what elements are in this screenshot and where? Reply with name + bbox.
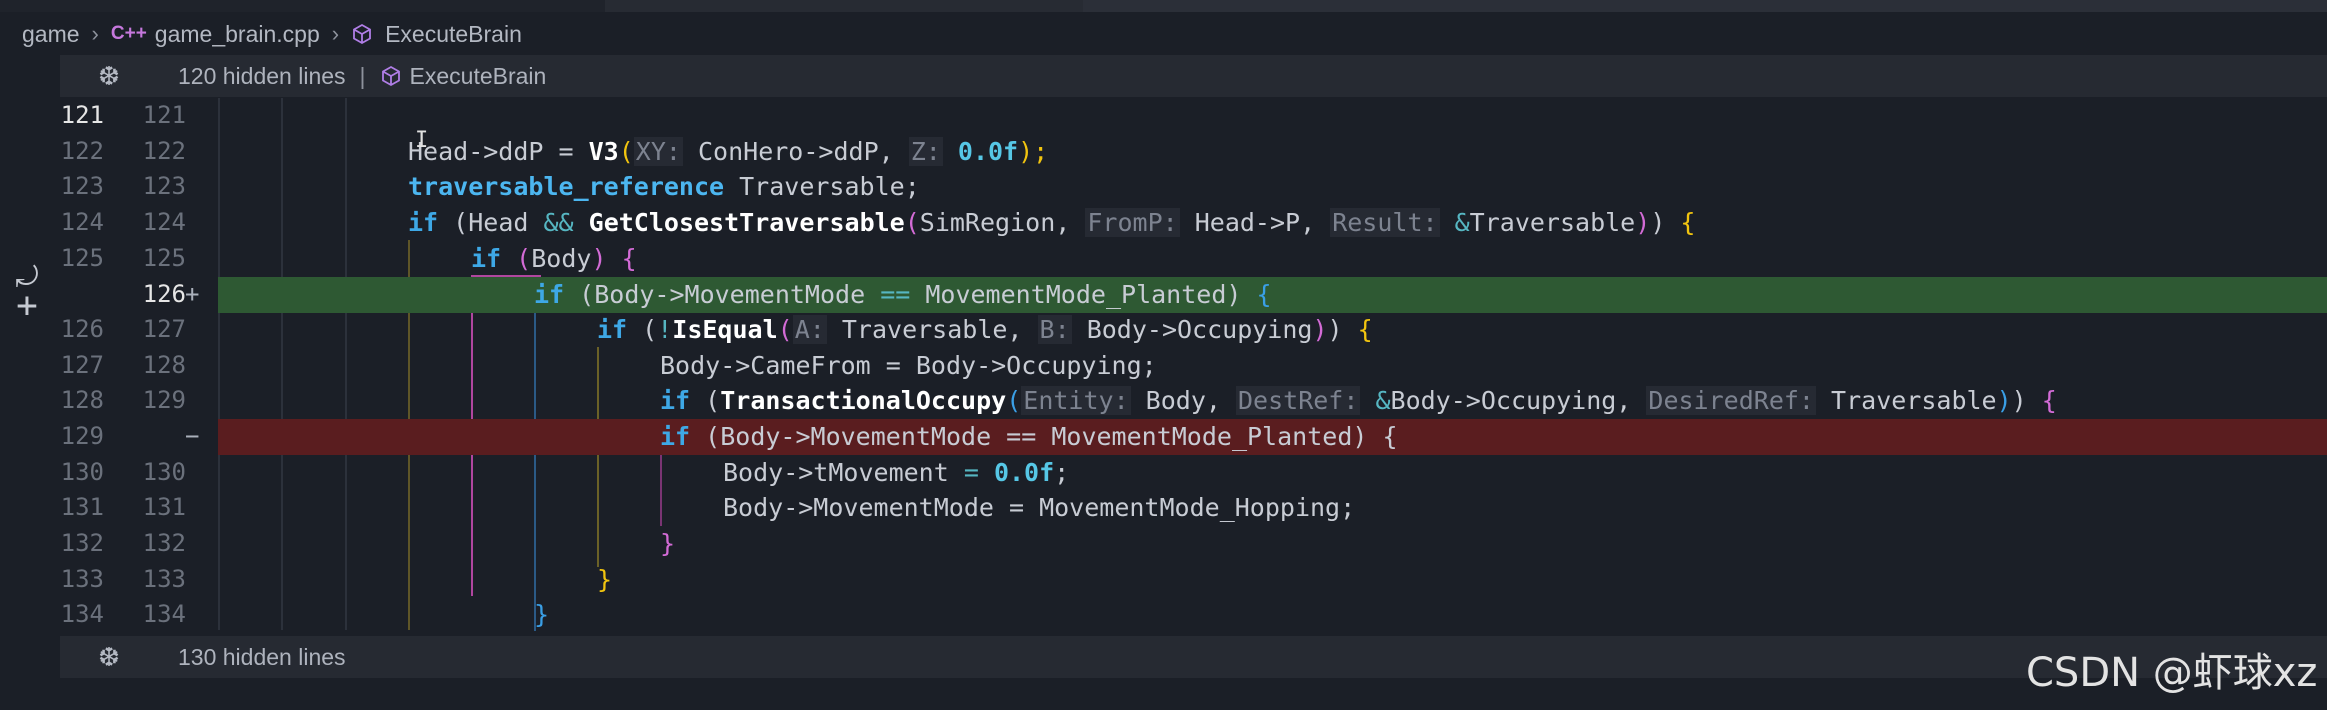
old-line-number: 134	[60, 600, 104, 628]
code-text: Body->MovementMode = MovementMode_Hoppin…	[723, 493, 1356, 522]
code-text: if (Head && GetClosestTraversable(SimReg…	[408, 208, 1696, 237]
new-line-number: 133	[142, 565, 186, 593]
code-line: 121 121	[0, 98, 2327, 134]
removed-marker: −	[185, 422, 200, 450]
new-line-number: 122	[142, 137, 186, 165]
removed-line: 129 − if (Body->MovementMode == Movement…	[0, 419, 2327, 455]
code-line: 134 134 }	[0, 597, 2327, 633]
code-line: 130 130 Body->tMovement = 0.0f;	[0, 455, 2327, 491]
diff-editor[interactable]: 121 121 122 122 Head->ddP = V3(XY: ConHe…	[0, 0, 2327, 710]
old-line-number: 121	[60, 101, 104, 129]
code-line: 122 122 Head->ddP = V3(XY: ConHero->ddP,…	[0, 134, 2327, 170]
code-line: 131 131 Body->MovementMode = MovementMod…	[0, 490, 2327, 526]
inlay-hint: A:	[792, 315, 827, 344]
new-line-number: 131	[142, 493, 186, 521]
code-text: }	[534, 600, 550, 629]
code-text: }	[597, 565, 613, 594]
text-cursor-icon: I	[415, 128, 429, 153]
old-line-number: 126	[60, 315, 104, 343]
new-line-number: 124	[142, 208, 186, 236]
new-line-number: 127	[142, 315, 186, 343]
code-text: Body->CameFrom = Body->Occupying;	[660, 351, 1157, 380]
code-text: if (TransactionalOccupy(Entity: Body, De…	[660, 386, 2057, 415]
old-line-number: 133	[60, 565, 104, 593]
new-line-number: 132	[142, 529, 186, 557]
old-line-number: 132	[60, 529, 104, 557]
old-line-number: 128	[60, 386, 104, 414]
code-line: 126 127 if (!IsEqual(A: Traversable, B: …	[0, 312, 2327, 348]
code-line: 123 123 traversable_reference Traversabl…	[0, 169, 2327, 205]
old-line-number: 131	[60, 493, 104, 521]
added-line: 126 + if (Body->MovementMode == Movement…	[0, 277, 2327, 313]
inlay-hint: DesiredRef:	[1646, 386, 1816, 415]
new-line-number: 129	[142, 386, 186, 414]
inlay-hint: B:	[1037, 315, 1072, 344]
old-line-number: 127	[60, 351, 104, 379]
inlay-hint: DestRef:	[1235, 386, 1361, 415]
old-line-number: 125	[60, 244, 104, 272]
code-text: Head->ddP = V3(XY: ConHero->ddP, Z: 0.0f…	[408, 137, 1049, 166]
code-text: if (!IsEqual(A: Traversable, B: Body->Oc…	[597, 315, 1373, 344]
code-text: if (Body) {	[471, 244, 637, 273]
new-line-number: 128	[142, 351, 186, 379]
code-line: 133 133 }	[0, 562, 2327, 598]
old-line-number: 122	[60, 137, 104, 165]
new-line-number: 134	[142, 600, 186, 628]
code-text: if (Body->MovementMode == MovementMode_P…	[660, 422, 1398, 451]
code-text: Body->tMovement = 0.0f;	[723, 458, 1070, 487]
inlay-hint: Result:	[1330, 208, 1440, 237]
old-line-number: 124	[60, 208, 104, 236]
code-line: 127 128 Body->CameFrom = Body->Occupying…	[0, 348, 2327, 384]
code-line: 125 125 if (Body) {	[0, 241, 2327, 277]
inlay-hint: XY:	[633, 137, 683, 166]
code-line: 132 132 }	[0, 526, 2327, 562]
old-line-number: 123	[60, 172, 104, 200]
added-marker: +	[185, 280, 200, 308]
code-line: 124 124 if (Head && GetClosestTraversabl…	[0, 205, 2327, 241]
code-text: }	[660, 529, 676, 558]
old-line-number: 129	[60, 422, 104, 450]
inlay-hint: Entity:	[1021, 386, 1131, 415]
new-line-number: 121	[142, 101, 186, 129]
inlay-hint: FromP:	[1085, 208, 1180, 237]
new-line-number: 126	[142, 280, 186, 308]
old-line-number: 130	[60, 458, 104, 486]
new-line-number: 125	[142, 244, 186, 272]
code-text: if (Body->MovementMode == MovementMode_P…	[534, 280, 1272, 309]
watermark: CSDN @虾球xz	[2026, 650, 2318, 696]
new-line-number: 130	[142, 458, 186, 486]
inlay-hint: Z:	[908, 137, 943, 166]
code-line: 128 129 if (TransactionalOccupy(Entity: …	[0, 383, 2327, 419]
code-text: traversable_reference Traversable;	[408, 172, 920, 201]
new-line-number: 123	[142, 172, 186, 200]
